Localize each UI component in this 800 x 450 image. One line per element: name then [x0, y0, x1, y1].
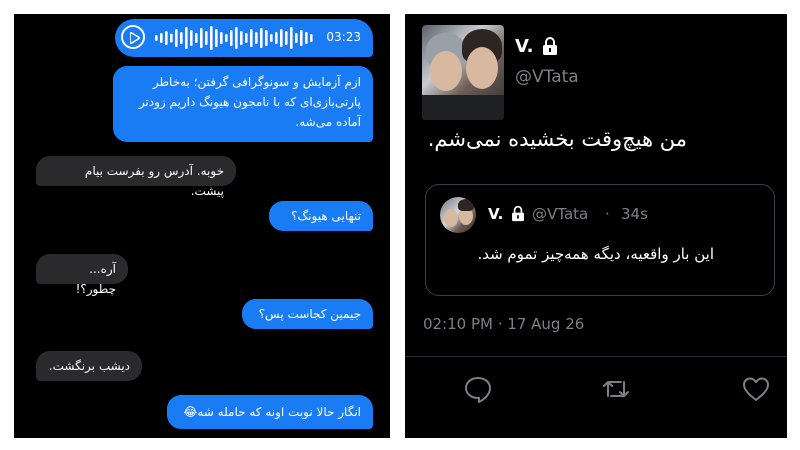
waveform-bar: [305, 32, 308, 44]
waveform-bar: [265, 30, 268, 46]
quoted-timestamp: 34s: [621, 205, 648, 223]
quoted-username: @VTata: [532, 205, 589, 223]
waveform-bar: [170, 33, 173, 43]
divider: [405, 356, 787, 357]
waveform-bar: [260, 28, 263, 48]
tweet-screenshot: V. @VTata من هیچ‌وقت بخشیده نمی‌شم. V. @…: [405, 14, 787, 438]
message-incoming: دیشب برنگشت.: [36, 351, 142, 381]
like-icon[interactable]: [741, 374, 771, 404]
waveform-bar: [220, 32, 223, 44]
quoted-text: این بار واقعیه، دیگه همه‌چیز تموم شد.: [477, 245, 714, 263]
avatar: [440, 197, 476, 233]
message-outgoing: تنهایی هیونگ؟: [269, 201, 373, 231]
waveform-bar: [245, 33, 248, 43]
waveform-bar: [285, 31, 288, 45]
voice-message[interactable]: 03:23: [115, 19, 373, 57]
waveform-bar: [235, 27, 238, 49]
waveform-bar: [270, 34, 273, 42]
reply-icon[interactable]: [463, 374, 493, 404]
waveform-bar: [180, 32, 183, 44]
lock-icon: [543, 37, 557, 55]
waveform-bar: [165, 31, 168, 45]
waveform-bar: [280, 29, 283, 47]
waveform-bar: [250, 29, 253, 47]
waveform-bar: [255, 32, 258, 44]
waveform-bar: [160, 33, 163, 43]
message-outgoing: ازم آزمایش و سونوگرافی گرفتن؛ به‌خاطر پا…: [113, 66, 373, 142]
waveform-bar: [155, 35, 158, 41]
waveform-bar: [290, 27, 293, 49]
display-name[interactable]: V.: [515, 36, 533, 57]
waveform-icon: [155, 26, 313, 50]
waveform-bar: [240, 31, 243, 45]
waveform-bar: [190, 30, 193, 46]
tweet-text: من هیچ‌وقت بخشیده نمی‌شم.: [427, 127, 687, 151]
waveform-bar: [310, 34, 313, 42]
waveform-bar: [195, 33, 198, 43]
message-outgoing: انگار حالا نوبت اونه که حامله شه😂: [167, 395, 373, 429]
username[interactable]: @VTata: [515, 67, 579, 87]
waveform-bar: [210, 26, 213, 50]
waveform-bar: [215, 29, 218, 47]
retweet-icon[interactable]: [601, 374, 631, 404]
waveform-bar: [300, 30, 303, 46]
waveform-bar: [200, 28, 203, 48]
play-icon[interactable]: [121, 25, 145, 49]
voice-duration: 03:23: [326, 30, 361, 44]
message-incoming: آره... چطور؟!: [36, 254, 128, 296]
avatar[interactable]: [422, 25, 504, 120]
chat-screenshot: 03:23 ازم آزمایش و سونوگرافی گرفتن؛ به‌خ…: [14, 14, 390, 438]
waveform-bar: [275, 32, 278, 44]
waveform-bar: [175, 29, 178, 47]
tweet-timestamp[interactable]: 02:10 PM · 17 Aug 26: [423, 315, 584, 333]
waveform-bar: [225, 34, 228, 42]
quoted-tweet[interactable]: V. @VTata · 34s این بار واقعیه، دیگه همه…: [425, 184, 775, 296]
waveform-bar: [205, 31, 208, 45]
lock-icon: [512, 205, 524, 222]
message-incoming: خوبه. آدرس رو بفرست بیام پیشت.: [36, 156, 236, 198]
waveform-bar: [230, 30, 233, 46]
separator: ·: [605, 205, 610, 223]
waveform-bar: [185, 27, 188, 49]
waveform-bar: [295, 33, 298, 43]
message-outgoing: جیمین کجاست پس؟: [242, 299, 373, 329]
quoted-display-name: V.: [488, 205, 504, 223]
